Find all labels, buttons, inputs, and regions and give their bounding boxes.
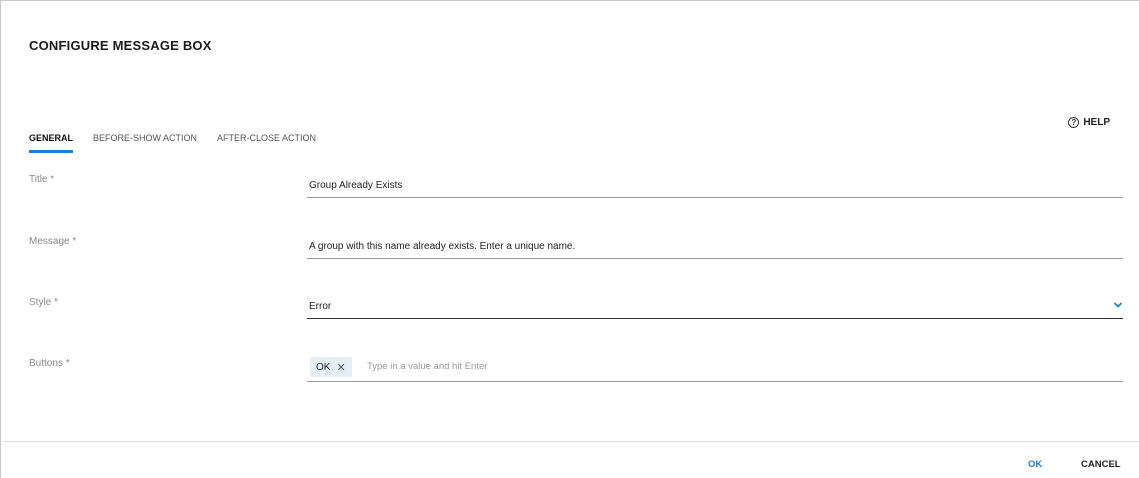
tab-bar: GENERAL BEFORE-SHOW ACTION AFTER-CLOSE A… — [29, 129, 336, 153]
title-value: Group Already Exists — [309, 180, 403, 191]
footer-divider — [2, 441, 1139, 442]
buttons-field: OK ✕ — [307, 357, 1123, 382]
buttons-label: Buttons * — [29, 358, 70, 369]
tab-before-show-action[interactable]: BEFORE-SHOW ACTION — [93, 129, 197, 153]
message-field[interactable]: A group with this name already exists. E… — [307, 237, 1123, 259]
help-label: HELP — [1083, 117, 1110, 128]
ok-button[interactable]: OK — [1028, 459, 1042, 470]
help-icon: ? — [1068, 117, 1080, 128]
tab-general[interactable]: GENERAL — [29, 129, 74, 153]
cancel-button[interactable]: CANCEL — [1081, 459, 1121, 470]
message-label: Message * — [29, 236, 77, 247]
style-value: Error — [309, 301, 332, 312]
help-button[interactable]: ? HELP — [1068, 117, 1110, 128]
remove-chip-icon[interactable]: ✕ — [336, 361, 345, 374]
style-label: Style * — [29, 297, 58, 308]
chevron-down-icon[interactable] — [1113, 300, 1123, 310]
title-label: Title * — [29, 174, 55, 185]
ok-chip: OK ✕ — [310, 357, 352, 377]
style-select[interactable]: Error — [307, 297, 1123, 319]
message-value: A group with this name already exists. E… — [309, 241, 576, 252]
dialog-title: CONFIGURE MESSAGE BOX — [29, 38, 212, 53]
configure-message-box-dialog: CONFIGURE MESSAGE BOX ? HELP GENERAL BEF… — [0, 0, 1139, 478]
buttons-input[interactable] — [367, 361, 1067, 372]
tab-after-close-action[interactable]: AFTER-CLOSE ACTION — [217, 129, 316, 153]
title-field[interactable]: Group Already Exists — [307, 176, 1123, 198]
ok-chip-label: OK — [316, 361, 331, 373]
